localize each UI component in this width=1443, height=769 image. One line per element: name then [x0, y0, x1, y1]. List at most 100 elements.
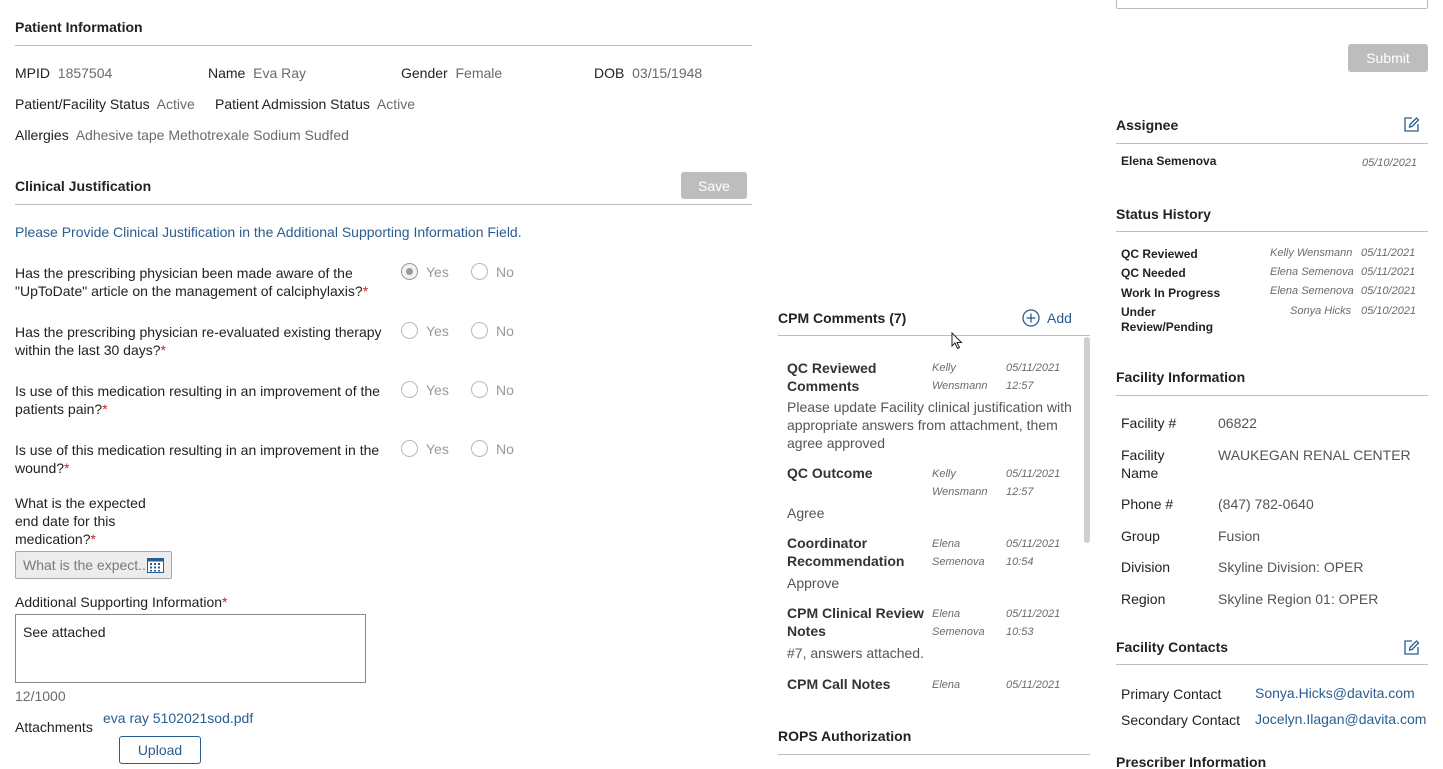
mpid-value: 1857504 — [57, 65, 113, 81]
additional-info-label: Additional Supporting Information* — [15, 594, 227, 610]
comment-author-line: Elena — [932, 538, 961, 550]
clinical-justification-title: Clinical Justification — [15, 178, 152, 194]
divider — [15, 45, 752, 46]
submit-button[interactable]: Submit — [1348, 44, 1428, 72]
comment-author-line: Wensmann — [932, 486, 988, 498]
end-date-placeholder: What is the expect... — [23, 557, 150, 573]
additional-info-textarea[interactable]: See attached — [15, 614, 366, 683]
divider — [778, 335, 1090, 336]
end-date-line-1: What is the expected — [15, 495, 146, 511]
attachments-label: Attachments — [15, 719, 93, 735]
facility-number-value: 06822 — [1218, 415, 1257, 431]
attachment-file-link[interactable]: eva ray 5102021sod.pdf — [103, 710, 253, 726]
secondary-contact-email[interactable]: Jocelyn.Ilagan@davita.com — [1255, 711, 1426, 727]
comment-date: 05/11/2021 — [1006, 679, 1061, 689]
comment-title: QC Outcome — [787, 464, 927, 482]
edit-contacts-icon[interactable] — [1403, 639, 1420, 656]
calendar-icon[interactable] — [147, 557, 164, 576]
q1-no-option[interactable]: No — [471, 263, 514, 280]
comment-title-line: QC Outcome — [787, 465, 873, 481]
comment-time: 12:57 — [1006, 380, 1034, 392]
q3-no-option[interactable]: No — [471, 381, 514, 398]
facility-name-label-line: Name — [1121, 465, 1159, 481]
status-user: Elena Semenova — [1270, 285, 1354, 297]
comment-title-line: CPM Call Notes — [787, 676, 891, 689]
comment-body: Please update Facility clinical justific… — [787, 398, 1082, 452]
radio[interactable] — [401, 440, 418, 457]
radio[interactable] — [471, 263, 488, 280]
required-mark: * — [64, 460, 70, 476]
allergies-value: Adhesive tape Methotrexale Sodium Sudfed — [75, 127, 349, 143]
primary-contact-email[interactable]: Sonya.Hicks@davita.com — [1255, 685, 1415, 701]
comment-title-line: CPM Clinical Review — [787, 605, 924, 621]
facility-status-label: Patient/Facility Status — [15, 96, 150, 112]
edit-assignee-icon[interactable] — [1403, 116, 1420, 133]
radio-selected[interactable] — [401, 263, 418, 280]
facility-contacts-title: Facility Contacts — [1116, 639, 1229, 655]
comment-text-line: Approve — [787, 575, 840, 591]
scrollbar-thumb[interactable] — [1084, 337, 1090, 543]
q2-yes-option[interactable]: Yes — [401, 322, 449, 339]
status-name: Under Review/Pending — [1121, 305, 1213, 335]
comment-title-line: QC Reviewed — [787, 360, 877, 376]
admission-status-value: Active — [376, 96, 416, 112]
gender-label: Gender — [401, 65, 448, 81]
question-3-line-1: Is use of this medication resulting in a… — [15, 383, 380, 399]
facility-name-label: Facility Name — [1121, 446, 1165, 482]
assignee-date: 05/10/2021 — [1362, 157, 1418, 169]
plus-circle-icon[interactable] — [1022, 309, 1040, 327]
facility-name-value: WAUKEGAN RENAL CENTER — [1218, 447, 1411, 463]
comment-text-line: #7, answers attached. — [787, 645, 924, 661]
q4-no-option[interactable]: No — [471, 440, 514, 457]
radio[interactable] — [471, 381, 488, 398]
question-2: Has the prescribing physician re-evaluat… — [15, 323, 385, 359]
add-comment-button[interactable]: Add — [1022, 309, 1072, 327]
no-label: No — [496, 440, 514, 457]
q3-yes-option[interactable]: Yes — [401, 381, 449, 398]
comments-list[interactable]: QC Reviewed Comments Kelly Wensmann 05/1… — [778, 337, 1090, 689]
admission-status-label: Patient Admission Status — [215, 96, 370, 112]
radio[interactable] — [401, 381, 418, 398]
status-user: Kelly Wensmann — [1270, 247, 1353, 259]
comment-time: 10:54 — [1006, 556, 1034, 568]
comment-author-line: Elena — [932, 608, 961, 620]
q1-yes-option[interactable]: Yes — [401, 263, 449, 280]
status-name: QC Needed — [1121, 266, 1186, 280]
radio[interactable] — [401, 322, 418, 339]
upload-button[interactable]: Upload — [119, 736, 201, 764]
comment-text-line: appropriate answers from attachment, the… — [787, 417, 1058, 433]
required-mark: * — [160, 342, 166, 358]
gender-value: Female — [455, 65, 503, 81]
divider — [1116, 231, 1428, 232]
comment-timestamp: 05/11/2021 12:57 — [1006, 465, 1060, 501]
question-3-line-2: patients pain? — [15, 401, 103, 417]
save-button[interactable]: Save — [681, 172, 747, 199]
name-label: Name — [208, 65, 246, 81]
radio[interactable] — [471, 322, 488, 339]
q2-no-option[interactable]: No — [471, 322, 514, 339]
required-mark: * — [90, 531, 96, 547]
dob-field: DOB 03/15/1948 — [594, 65, 702, 81]
comment-title-line: Notes — [787, 623, 826, 639]
comment-body: #7, answers attached. — [787, 644, 924, 662]
q4-yes-option[interactable]: Yes — [401, 440, 449, 457]
region-label: Region — [1121, 591, 1166, 607]
comment-author: Elena Semenova — [932, 535, 985, 571]
status-name: Work In Progress — [1121, 286, 1221, 300]
comment-date: 05/11/2021 — [1006, 362, 1061, 374]
required-mark: * — [222, 594, 228, 610]
comment-title-line: Recommendation — [787, 553, 905, 569]
allergies-label: Allergies — [15, 127, 69, 143]
request-action-select[interactable] — [1116, 0, 1428, 9]
end-date-input[interactable]: What is the expect... — [15, 551, 172, 579]
comment-body: Agree — [787, 504, 824, 522]
facility-status-field: Patient/Facility Status Active — [15, 96, 195, 112]
patient-info-title: Patient Information — [15, 19, 143, 35]
group-label: Group — [1121, 528, 1160, 544]
divider — [15, 204, 752, 205]
status-date: 05/10/2021 — [1361, 305, 1417, 317]
radio[interactable] — [471, 440, 488, 457]
question-1-line-1: Has the prescribing physician been made … — [15, 265, 353, 281]
name-field: Name Eva Ray — [208, 65, 306, 81]
assignee-name: Elena Semenova — [1121, 154, 1217, 168]
